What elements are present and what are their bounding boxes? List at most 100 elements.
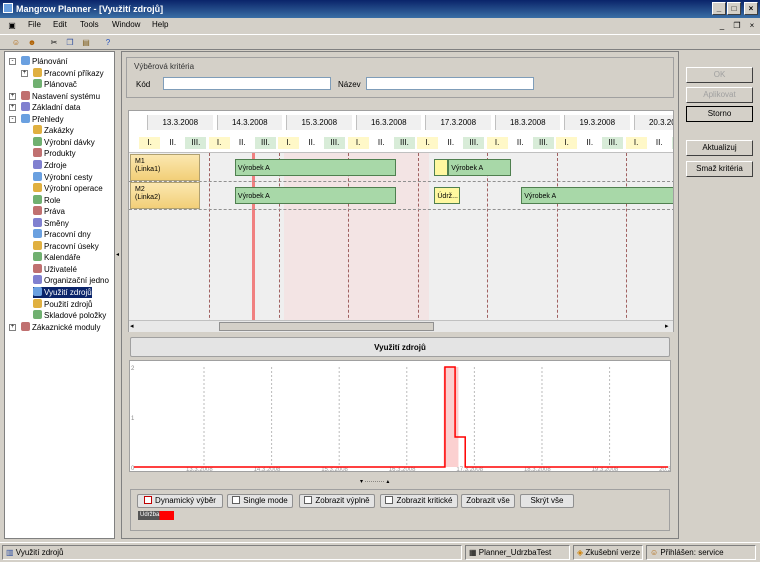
tree-node[interactable]: Zákaznické moduly [21,321,100,333]
minimize-icon[interactable]: _ [712,2,726,15]
gantt-bar[interactable]: Výrobek A [234,159,397,176]
tree-node-label: Nastavení systému [32,91,101,101]
copy-icon[interactable]: ❐ [64,37,76,48]
tree-node-label: Plánování [32,57,68,66]
scroll-left-icon[interactable]: ◂ [130,322,134,330]
tree-node[interactable]: Směny [33,217,69,229]
hide-all-button[interactable]: Skrýt vše [520,494,574,508]
tree-node-icon [33,159,42,169]
menu-tools[interactable]: Tools [80,20,99,29]
status-bar: ▥ Využití zdrojů ▦ Planner_UdrzbaTest ◈ … [0,542,760,562]
cut-icon[interactable]: ✂ [48,37,60,48]
single-label: Single mode [243,496,288,505]
dynamic-select-button[interactable]: Dynamický výběr [137,494,223,508]
refresh-button[interactable]: Aktualizuj [686,140,753,156]
show-critical-checkbox[interactable] [385,496,394,504]
tree-node[interactable]: Využití zdrojů [33,287,92,298]
child-restore-icon[interactable]: ❐ [731,20,743,31]
tree-node[interactable]: Kalendáře [33,252,80,263]
current-time-line [252,153,255,331]
tree-node-label: Role [44,195,61,205]
window-title: Mangrow Planner - [Využití zdrojů] [16,4,164,14]
tree-node[interactable]: Pracovní dny [33,229,91,240]
chart-scroll-arrows[interactable]: ▾ ·········· ▴ [360,478,389,485]
tree-node[interactable]: Výrobní dávky [33,136,95,148]
tree-node[interactable]: Použití zdrojů [33,298,92,310]
resource-label[interactable]: M1 (Linka1) [130,154,200,181]
tree-node[interactable]: Organizační jedno [33,275,109,286]
day-divider [556,153,558,331]
ok-button[interactable]: OK [686,67,753,83]
scroll-right-icon[interactable]: ▸ [665,322,669,330]
tree-node[interactable]: Zakázky [33,125,74,136]
tree-node[interactable]: Přehledy [21,113,64,125]
help-icon[interactable]: ? [102,37,114,48]
paste-icon[interactable]: ▤ [80,37,92,48]
tree-node[interactable]: Plánování [21,56,68,67]
close-icon[interactable]: × [744,2,758,15]
dynamic-checkbox[interactable] [144,496,153,504]
tree-node[interactable]: Výrobní cesty [33,171,92,183]
child-minimize-icon[interactable]: _ [716,20,728,31]
maximize-icon[interactable]: □ [727,2,741,15]
apply-button[interactable]: Aplikovat [686,87,753,103]
tree-node[interactable]: Produkty [33,148,76,159]
gantt-bar[interactable]: Výrobek A [448,159,511,176]
tree-expander[interactable]: - [9,58,16,65]
gantt-day-header: 20.3.2008 [633,115,673,130]
child-close-icon[interactable]: × [746,20,758,31]
criteria-group: Výběrová kritéria Kód Název [126,57,674,98]
tree-node[interactable]: Nastavení systému [21,90,101,102]
tree-node[interactable]: Výrobní operace [33,183,103,194]
single-mode-button[interactable]: Single mode [227,494,293,508]
menu-help[interactable]: Help [152,20,168,29]
gantt-bar[interactable] [434,159,449,176]
gantt-chart[interactable]: 13.3.2008 I. II. III. 14.3.2008 I. II. III. 15.3… [128,110,674,332]
gantt-day-header: 19.3.2008 [564,115,630,130]
tree-node-icon [33,136,42,146]
tree-expander[interactable]: - [9,115,16,123]
gantt-bar[interactable]: Výrobek A [234,187,397,204]
tree-node[interactable]: Plánovač [33,79,77,90]
gantt-day-header: 14.3.2008 [216,115,282,130]
tree-node[interactable]: Práva [33,206,65,217]
show-full-checkbox[interactable] [304,496,313,504]
tree-node[interactable]: Skladové položky [33,310,106,321]
gantt-bar[interactable]: Výrobek A [521,187,673,204]
cancel-button[interactable]: Storno [686,106,753,122]
tree-expander[interactable]: + [9,104,16,112]
splitter[interactable]: ◂ [115,51,120,539]
show-full-button[interactable]: Zobrazit výplně [299,494,375,508]
toolbar: ☺ ☻ ✂ ❐ ▤ ? [0,34,760,50]
tree-node[interactable]: Pracovní příkazy [33,67,104,79]
users-icon[interactable]: ☻ [26,37,38,48]
clear-criteria-button[interactable]: Smaž kritéria [686,161,753,177]
tree-node-icon [33,67,42,77]
code-input[interactable] [163,77,331,90]
show-all-button[interactable]: Zobrazit vše [461,494,515,508]
menu-edit[interactable]: Edit [53,20,67,29]
single-checkbox[interactable] [232,496,241,504]
name-label: Název [338,80,361,89]
tree-node[interactable]: Role [33,194,61,206]
tree-node[interactable]: Základní data [21,102,80,113]
tree-expander[interactable]: + [9,92,16,100]
gantt-hscrollbar[interactable]: ◂ ▸ [129,320,673,332]
tree-node[interactable]: Uživatelé [33,263,77,275]
tree-expander[interactable]: + [21,69,28,77]
tree-expander[interactable]: + [9,323,16,331]
tree-node[interactable]: Pracovní úseky [33,240,99,252]
menu-file[interactable]: File [28,20,41,29]
user-icon[interactable]: ☺ [10,37,22,48]
name-input[interactable] [366,77,534,90]
gantt-bar[interactable]: Údrž... [434,187,461,204]
chart-header-button[interactable]: Využití zdrojů [130,337,670,357]
menu-window[interactable]: Window [112,20,140,29]
tree-node-label: Plánovač [44,80,77,90]
scroll-thumb[interactable] [219,322,434,331]
tree-node[interactable]: Zdroje [33,159,67,171]
mdi-system-icon[interactable]: ▣ [6,20,18,31]
show-critical-button[interactable]: Zobrazit kritické [380,494,458,508]
resource-label[interactable]: M2 (Linka2) [130,182,200,209]
legend-tag[interactable]: Údržba [138,511,174,520]
